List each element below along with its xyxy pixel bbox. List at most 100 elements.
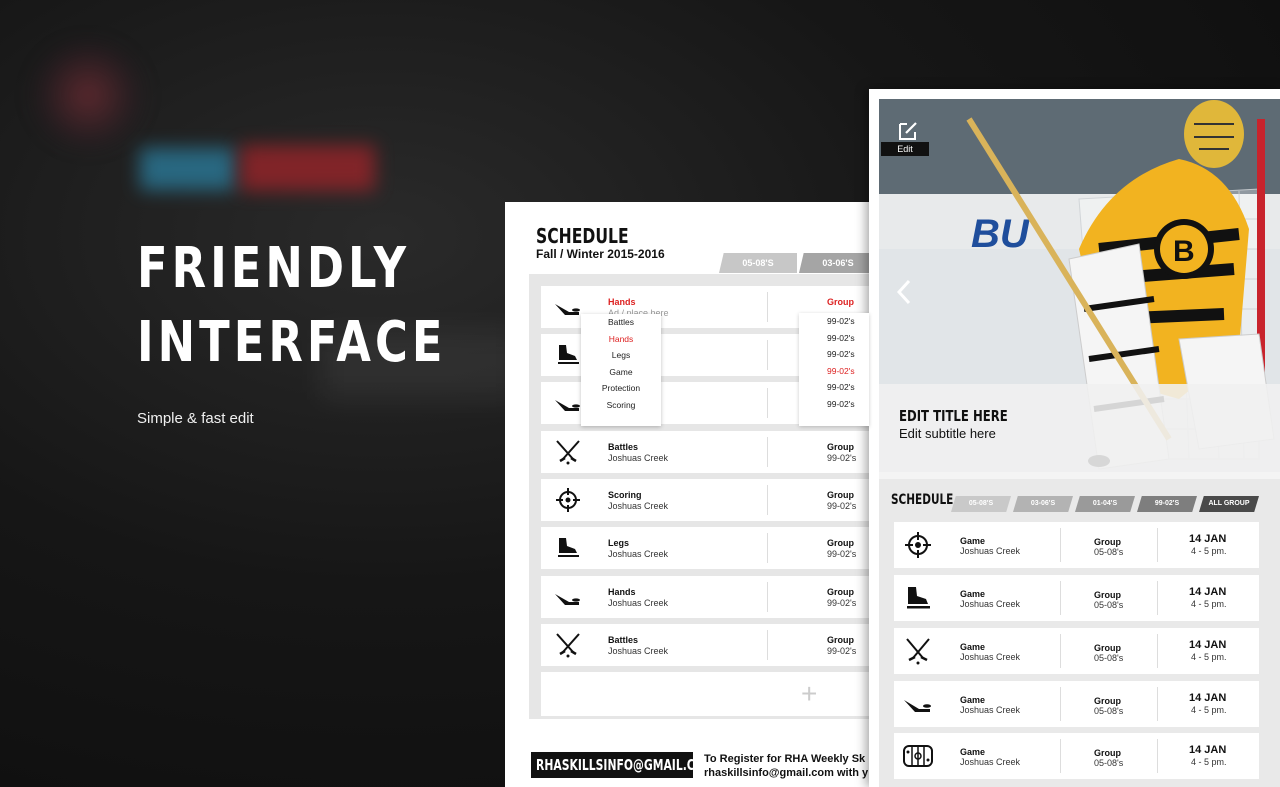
email-badge[interactable]: RHASKILLSINFO@GMAIL.COM xyxy=(531,752,693,778)
divider xyxy=(1060,634,1061,668)
tab-all-group[interactable]: ALL GROUP xyxy=(1199,496,1259,512)
divider xyxy=(767,485,768,515)
category-dropdown[interactable]: Battles Hands Legs Game Protection Scori… xyxy=(581,314,661,426)
dropdown-option[interactable]: 99-02's xyxy=(799,379,869,396)
crossed-sticks-icon xyxy=(906,638,930,665)
dropdown-option[interactable]: Scoring xyxy=(581,397,661,414)
row-group: 05-08's xyxy=(1094,600,1124,610)
divider xyxy=(1060,739,1061,773)
rink-icon xyxy=(903,745,933,767)
register-line: To Register for RHA Weekly Sk xyxy=(704,753,866,765)
row-event: Game xyxy=(960,536,986,546)
hero-title-line: FRIENDLY xyxy=(137,236,411,301)
row-location[interactable]: Joshuas Creek xyxy=(608,646,668,656)
row-date: 14 JAN xyxy=(1189,639,1227,651)
tab-03-06[interactable]: 03-06'S xyxy=(1013,496,1073,512)
schedule-row[interactable]: Game Joshuas Creek Group 05-08's 14 JAN … xyxy=(894,628,1259,674)
row-location: Joshuas Creek xyxy=(960,757,1021,767)
row-location[interactable]: Joshuas Creek xyxy=(608,549,668,559)
tab-05-08[interactable]: 05-08'S xyxy=(951,496,1011,512)
row-group-label: Group xyxy=(1094,590,1121,600)
tab-01-04[interactable]: 01-04'S xyxy=(1075,496,1135,512)
dropdown-option-selected[interactable]: Hands xyxy=(581,331,661,348)
row-category[interactable]: Battles xyxy=(608,442,638,452)
divider xyxy=(767,292,768,322)
mobile-preview-card: BU B Edit EDIT TITLE HERE Edit subtitle … xyxy=(869,89,1280,787)
dropdown-option[interactable]: 99-02's xyxy=(799,330,869,347)
row-location[interactable]: Joshuas Creek xyxy=(608,598,668,608)
row-category[interactable]: Scoring xyxy=(608,490,642,500)
divider xyxy=(767,340,768,370)
row-date: 14 JAN xyxy=(1189,533,1227,545)
row-group-label[interactable]: Group xyxy=(827,297,854,307)
tab-05-08[interactable]: 05-08'S xyxy=(719,253,797,273)
dropdown-option-selected[interactable]: 99-02's xyxy=(799,363,869,380)
row-group-label: Group xyxy=(827,587,854,597)
row-location: Joshuas Creek xyxy=(960,546,1021,556)
row-event: Game xyxy=(960,695,986,705)
row-group[interactable]: 99-02's xyxy=(827,453,856,463)
row-category[interactable]: Battles xyxy=(608,635,638,645)
stick-puck-icon xyxy=(555,304,580,315)
row-date: 14 JAN xyxy=(1189,586,1227,598)
row-group: 05-08's xyxy=(1094,758,1124,768)
dropdown-option[interactable]: Legs xyxy=(581,347,661,364)
row-group-label: Group xyxy=(827,490,854,500)
chevron-left-icon[interactable] xyxy=(893,277,915,307)
dropdown-option[interactable]: 99-02's xyxy=(799,313,869,330)
stick-puck-icon xyxy=(904,700,931,712)
crossed-sticks-icon xyxy=(556,633,580,658)
schedule-row[interactable]: Hands Joshuas Creek Group 99-02's xyxy=(541,576,875,618)
plus-icon: + xyxy=(801,678,818,709)
row-group[interactable]: 99-02's xyxy=(827,598,856,608)
schedule-row[interactable]: Legs Joshuas Creek Group 99-02's xyxy=(541,527,875,569)
dropdown-option[interactable]: Game xyxy=(581,364,661,381)
skate-icon xyxy=(558,345,579,364)
row-location[interactable]: Joshuas Creek xyxy=(608,453,668,463)
row-group[interactable]: 99-02's xyxy=(827,646,856,656)
schedule-row[interactable]: Game Joshuas Creek Group 05-08's 14 JAN … xyxy=(894,681,1259,727)
divider xyxy=(1157,687,1158,721)
row-group-label: Group xyxy=(827,538,854,548)
row-date: 14 JAN xyxy=(1189,744,1227,756)
divider xyxy=(1157,634,1158,668)
dropdown-option[interactable]: 99-02's xyxy=(799,346,869,363)
skate-icon xyxy=(558,538,579,557)
hero-subtitle-editable[interactable]: Edit subtitle here xyxy=(899,426,996,441)
edit-button[interactable]: Edit xyxy=(881,107,929,156)
row-location[interactable]: Joshuas Creek xyxy=(608,501,668,511)
row-time: 4 - 5 pm. xyxy=(1191,652,1227,662)
row-time: 4 - 5 pm. xyxy=(1191,705,1227,715)
row-group[interactable]: 99-02's xyxy=(827,549,856,559)
row-group: 05-08's xyxy=(1094,706,1124,716)
schedule-row[interactable]: Battles Joshuas Creek Group 99-02's xyxy=(541,431,875,473)
row-category[interactable]: Hands xyxy=(608,587,636,597)
group-tabs: 05-08'S 03-06'S xyxy=(719,253,879,273)
edit-label: Edit xyxy=(881,142,929,156)
row-group-label: Group xyxy=(1094,696,1121,706)
group-tabs: 05-08'S 03-06'S 01-04'S 99-02'S ALL GROU… xyxy=(951,496,1261,512)
tab-99-02[interactable]: 99-02'S xyxy=(1137,496,1197,512)
schedule-row[interactable]: Game Joshuas Creek Group 05-08's 14 JAN … xyxy=(894,733,1259,779)
group-dropdown[interactable]: 99-02's 99-02's 99-02's 99-02's 99-02's … xyxy=(799,313,869,426)
row-event: Game xyxy=(960,642,986,652)
schedule-row[interactable]: Scoring Joshuas Creek Group 99-02's xyxy=(541,479,875,521)
schedule-row[interactable]: Game Joshuas Creek Group 05-08's 14 JAN … xyxy=(894,575,1259,621)
email-text: RHASKILLSINFO@GMAIL.COM xyxy=(536,756,693,774)
target-icon xyxy=(905,532,931,558)
schedule-editor-card: SCHEDULE Fall / Winter 2015-2016 05-08'S… xyxy=(505,202,877,787)
dropdown-option[interactable]: Battles xyxy=(581,314,661,331)
row-location: Joshuas Creek xyxy=(960,599,1021,609)
schedule-row[interactable]: Game Joshuas Creek Group 05-08's 14 JAN … xyxy=(894,522,1259,568)
divider xyxy=(1157,528,1158,562)
divider xyxy=(1157,739,1158,773)
row-category[interactable]: Hands xyxy=(608,297,636,307)
schedule-row[interactable]: Battles Joshuas Creek Group 99-02's xyxy=(541,624,875,666)
row-category[interactable]: Legs xyxy=(608,538,629,548)
add-row-button[interactable]: + xyxy=(541,672,875,716)
tab-03-06[interactable]: 03-06'S xyxy=(799,253,877,273)
row-group[interactable]: 99-02's xyxy=(827,501,856,511)
dropdown-option[interactable]: 99-02's xyxy=(799,396,869,413)
hero-title-editable[interactable]: EDIT TITLE HERE xyxy=(899,407,1008,425)
dropdown-option[interactable]: Protection xyxy=(581,380,661,397)
